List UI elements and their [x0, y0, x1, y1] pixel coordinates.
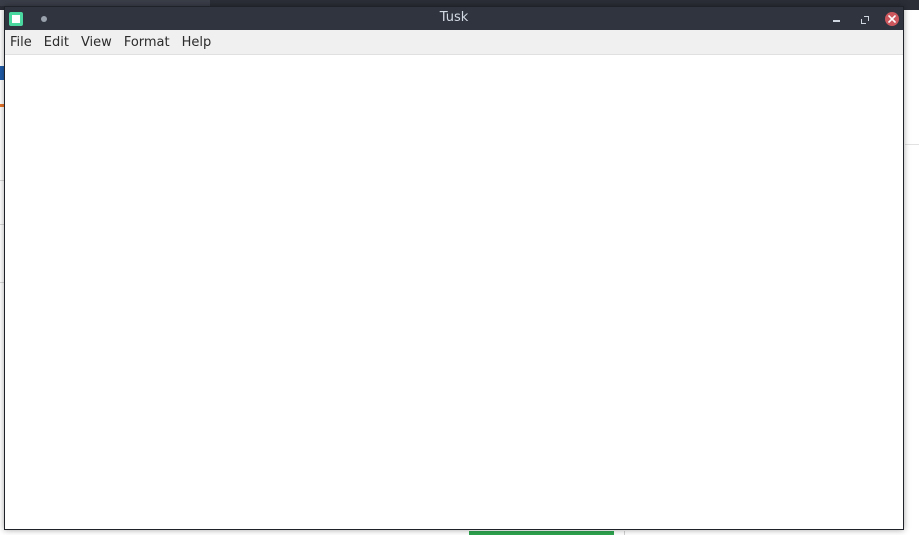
- title-bar[interactable]: Tusk: [5, 7, 903, 30]
- close-icon: [885, 12, 899, 26]
- menu-edit[interactable]: Edit: [44, 35, 75, 50]
- tusk-app-icon[interactable]: [9, 12, 23, 26]
- menu-help[interactable]: Help: [182, 35, 218, 50]
- tusk-window: Tusk File Edit View Format Help: [4, 6, 904, 530]
- note-content-area[interactable]: [5, 55, 903, 529]
- maximize-icon: [860, 15, 869, 24]
- menu-bar: File Edit View Format Help: [5, 30, 903, 55]
- menu-view[interactable]: View: [81, 35, 118, 50]
- background-divider: [624, 531, 625, 535]
- sticky-dot-icon[interactable]: [41, 16, 47, 22]
- menu-format[interactable]: Format: [124, 35, 176, 50]
- background-submit-button: [469, 531, 614, 535]
- menu-file[interactable]: File: [10, 35, 38, 50]
- window-title: Tusk: [439, 10, 469, 25]
- maximize-button[interactable]: [856, 11, 872, 27]
- background-divider: [905, 144, 919, 145]
- close-button[interactable]: [884, 11, 900, 27]
- minimize-button[interactable]: [828, 11, 844, 27]
- minimize-icon: [832, 20, 840, 22]
